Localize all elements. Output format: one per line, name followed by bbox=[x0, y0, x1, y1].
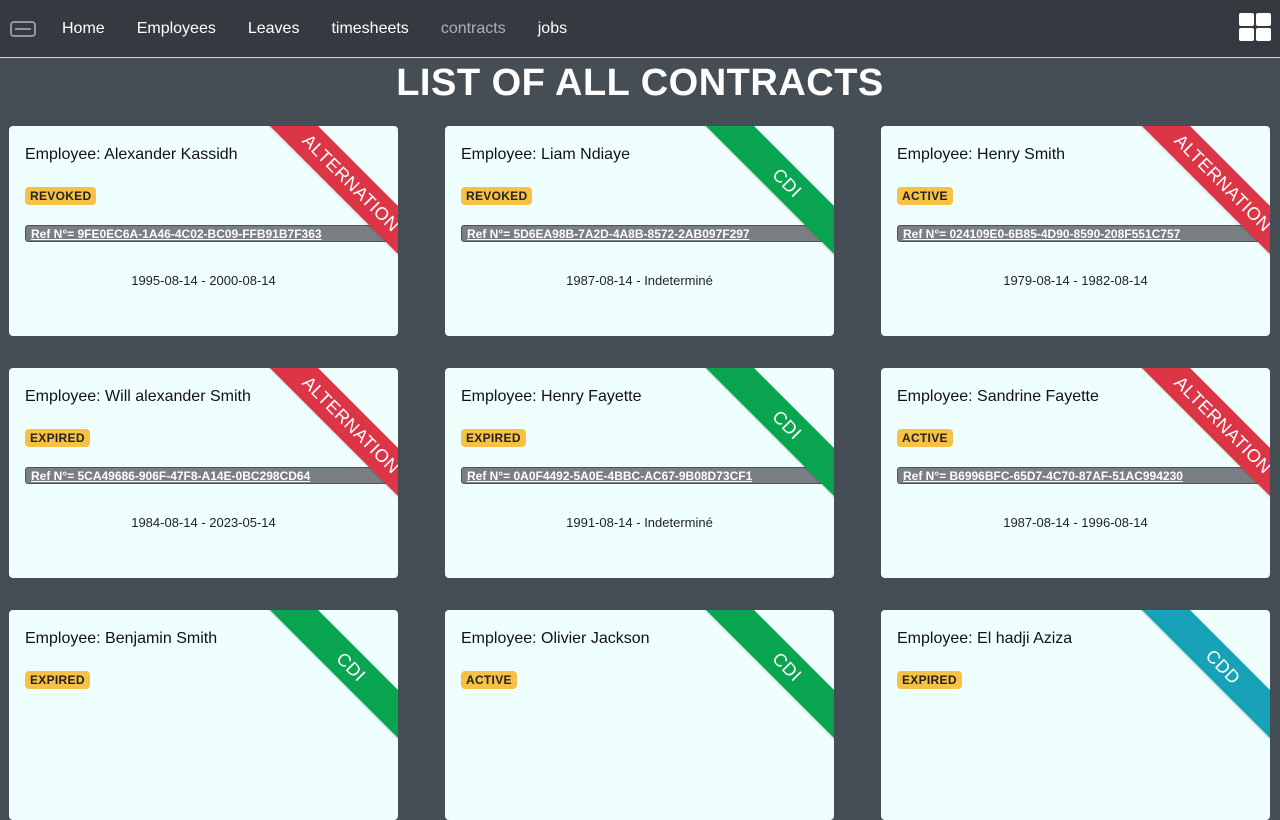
contract-ref-link[interactable]: Ref N°= 9FE0EC6A-1A46-4C02-BC09-FFB91B7F… bbox=[25, 225, 398, 242]
contract-type-ribbon: CDI bbox=[700, 368, 834, 512]
contract-type-ribbon: CDI bbox=[264, 610, 398, 754]
contract-dates: 1991-08-14 - Indeterminé bbox=[566, 515, 713, 530]
contract-type-ribbon: CDI bbox=[700, 610, 834, 754]
nav-timesheets[interactable]: timesheets bbox=[331, 20, 408, 38]
grid-menu-icon[interactable] bbox=[1239, 13, 1271, 42]
contract-dates: 1979-08-14 - 1982-08-14 bbox=[1003, 273, 1148, 288]
contract-dates: 1987-08-14 - Indeterminé bbox=[566, 273, 713, 288]
employee-name: Employee: El hadji Aziza bbox=[897, 630, 1073, 647]
employee-name: Employee: Liam Ndiaye bbox=[461, 146, 630, 163]
contract-ref-link[interactable]: Ref N°= 5D6EA98B-7A2D-4A8B-8572-2AB097F2… bbox=[461, 225, 834, 242]
contract-card[interactable]: Employee: Will alexander Smith EXPIRED R… bbox=[9, 368, 398, 578]
employee-name: Employee: Henry Fayette bbox=[461, 388, 642, 405]
contract-card[interactable]: Employee: Olivier Jackson ACTIVE CDI bbox=[445, 610, 834, 820]
contract-type-ribbon: CDI bbox=[700, 126, 834, 270]
employee-name: Employee: Sandrine Fayette bbox=[897, 388, 1099, 405]
contract-type-ribbon: CDD bbox=[1136, 610, 1270, 754]
contract-card[interactable]: Employee: Alexander Kassidh REVOKED Ref … bbox=[9, 126, 398, 336]
contract-type-ribbon: ALTERNATION bbox=[1136, 368, 1270, 512]
contract-card[interactable]: Employee: El hadji Aziza EXPIRED CDD bbox=[881, 610, 1270, 820]
status-badge: EXPIRED bbox=[461, 429, 526, 447]
status-badge: EXPIRED bbox=[25, 429, 90, 447]
employee-name: Employee: Will alexander Smith bbox=[25, 388, 251, 405]
grid-cell bbox=[1256, 13, 1271, 26]
contract-card[interactable]: Employee: Henry Fayette EXPIRED Ref N°= … bbox=[445, 368, 834, 578]
contract-card[interactable]: Employee: Liam Ndiaye REVOKED Ref N°= 5D… bbox=[445, 126, 834, 336]
page-title: LIST OF ALL CONTRACTS bbox=[396, 62, 884, 104]
contract-type-ribbon: ALTERNATION bbox=[1136, 126, 1270, 270]
contract-card[interactable]: Employee: Sandrine Fayette ACTIVE Ref N°… bbox=[881, 368, 1270, 578]
grid-cell bbox=[1239, 13, 1254, 26]
employee-name: Employee: Alexander Kassidh bbox=[25, 146, 238, 163]
contract-dates: 1984-08-14 - 2023-05-14 bbox=[131, 515, 276, 530]
contract-cards-grid: Employee: Alexander Kassidh REVOKED Ref … bbox=[0, 126, 1280, 820]
logo-icon[interactable] bbox=[10, 20, 36, 37]
top-navbar: Home Employees Leaves timesheets contrac… bbox=[0, 0, 1280, 58]
contract-card[interactable]: Employee: Benjamin Smith EXPIRED CDI bbox=[9, 610, 398, 820]
contract-ref-link[interactable]: Ref N°= B6996BFC-65D7-4C70-87AF-51AC9942… bbox=[897, 467, 1270, 484]
status-badge: EXPIRED bbox=[897, 671, 962, 689]
contract-type-ribbon: ALTERNATION bbox=[264, 126, 398, 270]
employee-name: Employee: Olivier Jackson bbox=[461, 630, 650, 647]
status-badge: REVOKED bbox=[461, 187, 533, 205]
contract-ref-link[interactable]: Ref N°= 5CA49686-906F-47F8-A14E-0BC298CD… bbox=[25, 467, 398, 484]
nav-contracts[interactable]: contracts bbox=[441, 20, 506, 38]
contract-dates: 1995-08-14 - 2000-08-14 bbox=[131, 273, 276, 288]
grid-cell bbox=[1256, 28, 1271, 41]
nav-jobs[interactable]: jobs bbox=[538, 20, 567, 38]
nav-home[interactable]: Home bbox=[62, 20, 105, 38]
contract-type-ribbon: ALTERNATION bbox=[264, 368, 398, 512]
status-badge: EXPIRED bbox=[25, 671, 90, 689]
employee-name: Employee: Benjamin Smith bbox=[25, 630, 218, 647]
contract-ref-link[interactable]: Ref N°= 0A0F4492-5A0E-4BBC-AC67-9B08D73C… bbox=[461, 467, 834, 484]
contract-dates: 1987-08-14 - 1996-08-14 bbox=[1003, 515, 1148, 530]
status-badge: ACTIVE bbox=[461, 671, 517, 689]
contract-card[interactable]: Employee: Henry Smith ACTIVE Ref N°= 024… bbox=[881, 126, 1270, 336]
status-badge: ACTIVE bbox=[897, 187, 953, 205]
employee-name: Employee: Henry Smith bbox=[897, 146, 1066, 163]
nav-employees[interactable]: Employees bbox=[137, 20, 216, 38]
grid-cell bbox=[1239, 28, 1254, 41]
nav-leaves[interactable]: Leaves bbox=[248, 20, 300, 38]
status-badge: REVOKED bbox=[25, 187, 97, 205]
status-badge: ACTIVE bbox=[897, 429, 953, 447]
contract-ref-link[interactable]: Ref N°= 024109E0-6B85-4D90-8590-208F551C… bbox=[897, 225, 1270, 242]
